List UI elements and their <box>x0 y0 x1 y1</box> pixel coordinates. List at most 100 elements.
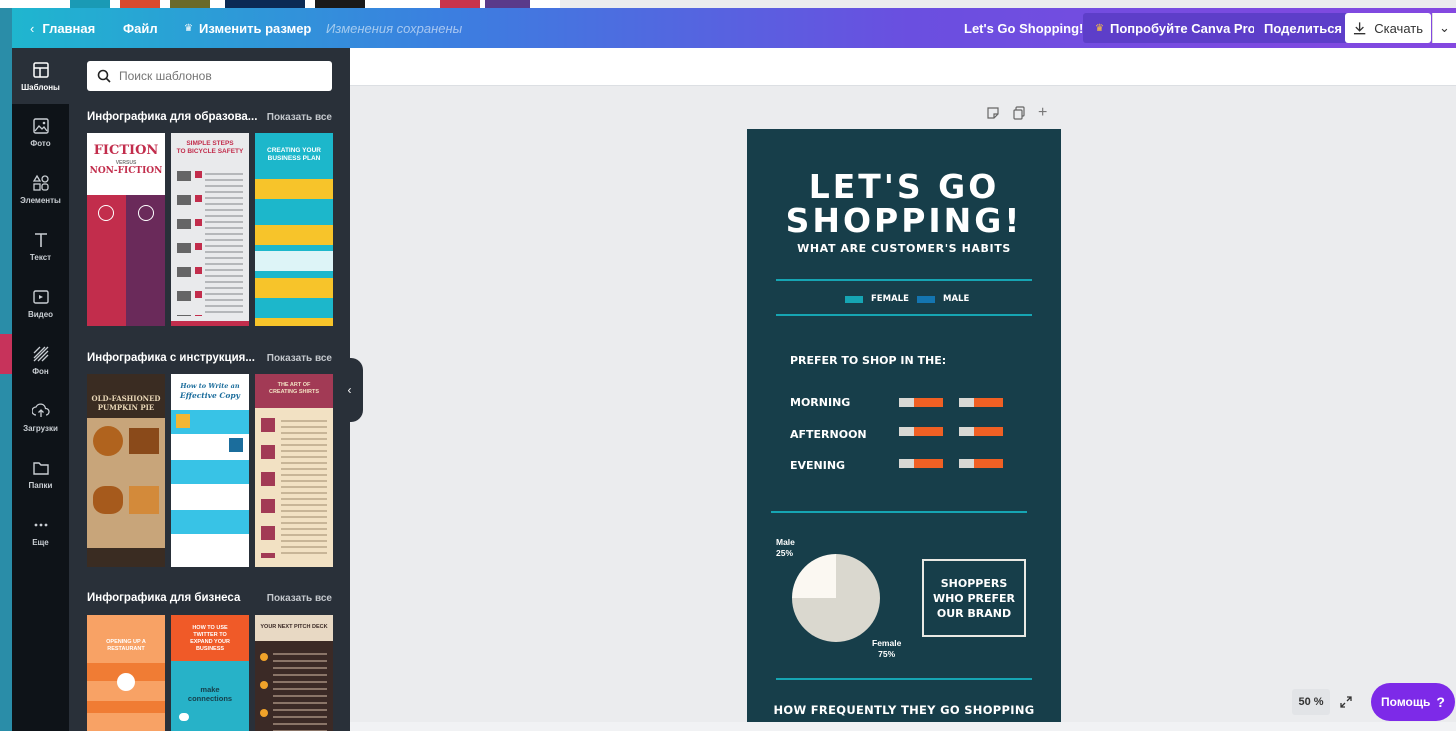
try-pro-label: Попробуйте Canva Pro <box>1109 20 1256 36</box>
show-all-education[interactable]: Показать все <box>267 112 332 123</box>
rail-item-video[interactable]: Видео <box>12 275 69 331</box>
template-effective-copy[interactable]: How to Write an Effective Copy <box>171 374 249 567</box>
back-home-label: Главная <box>42 20 96 36</box>
resize-button[interactable]: ♛ Изменить размер <box>184 8 311 48</box>
design-title[interactable]: Let's Go Shopping! <box>964 8 1083 48</box>
pie-label-male-name: Male <box>776 537 795 547</box>
resize-label: Изменить размер <box>198 20 312 36</box>
template-pumpkin-pie[interactable]: OLD-FASHIONED PUMPKIN PIE <box>87 374 165 567</box>
rail-label: Еще <box>32 537 49 547</box>
top-header: ‹ Главная Файл ♛ Изменить размер Изменен… <box>12 8 1456 48</box>
rail-item-templates[interactable]: Шаблоны <box>12 48 69 104</box>
divider <box>776 678 1032 680</box>
template-title: EXPAND YOUR <box>190 639 230 645</box>
section-title-business: Инфографика для бизнеса <box>87 592 241 604</box>
gender-pie-chart <box>792 554 880 642</box>
background-window-accent <box>0 334 12 374</box>
template-title: make <box>200 685 220 694</box>
duplicate-page-icon[interactable] <box>1012 106 1026 126</box>
prefer-heading: PREFER TO SHOP IN THE: <box>790 354 947 367</box>
more-icon <box>34 523 47 526</box>
bar-morning-female <box>899 398 943 407</box>
add-page-icon[interactable]: + <box>1038 105 1047 126</box>
pie-label-female-name: Female <box>872 638 902 648</box>
template-bicycle-safety[interactable]: SIMPLE STEPS TO BICYCLE SAFETY <box>171 133 249 326</box>
page-tools: + <box>986 105 1047 126</box>
bar-evening-female <box>899 459 943 468</box>
download-options-button[interactable]: ⌄ <box>1432 13 1456 43</box>
template-title: connections <box>187 694 233 703</box>
design-page[interactable]: LET'S GO SHOPPING! WHAT ARE CUSTOMER'S H… <box>747 129 1061 731</box>
template-search-input[interactable] <box>119 69 319 83</box>
pie-label-female-pct: 75% <box>878 649 896 659</box>
time-label-morning: MORNING <box>790 396 851 409</box>
template-pitch-deck[interactable]: YOUR NEXT PITCH DECK <box>255 615 333 731</box>
collapse-panel-button[interactable]: ‹ <box>336 358 363 422</box>
brand-preference-text: SHOPPERS WHO PREFER OUR BRAND <box>932 576 1016 620</box>
templates-panel: Инфографика для образова... Показать все… <box>69 48 350 731</box>
elements-icon <box>32 174 49 191</box>
legend-swatch-male <box>917 296 935 303</box>
rail-item-background[interactable]: Фон <box>12 332 69 388</box>
rail-item-uploads[interactable]: Загрузки <box>12 389 69 445</box>
time-label-evening: EVENING <box>790 459 846 472</box>
show-all-business[interactable]: Показать все <box>267 593 332 604</box>
template-creating-shirts[interactable]: THE ART OF CREATING SHIRTS <box>255 374 333 567</box>
template-title: NON-FICTION <box>89 166 163 176</box>
share-button[interactable]: Поделиться <box>1254 13 1353 43</box>
template-title: FICTION <box>93 143 159 158</box>
chevron-left-icon: ‹ <box>30 20 35 36</box>
horizontal-scrollbar[interactable] <box>350 722 1456 731</box>
download-icon <box>1353 22 1366 35</box>
template-fiction[interactable]: FICTION VERSUS NON-FICTION <box>87 133 165 326</box>
template-title: OPENING UP A <box>106 639 146 645</box>
rail-item-elements[interactable]: Элементы <box>12 161 69 217</box>
template-title: TWITTER TO <box>193 632 227 638</box>
text-icon <box>34 232 47 247</box>
frequency-heading: HOW FREQUENTLY THEY GO SHOPPING <box>773 703 1035 717</box>
template-restaurant[interactable]: OPENING UP A RESTAURANT <box>87 615 165 731</box>
fullscreen-icon[interactable] <box>1336 691 1356 713</box>
video-icon <box>32 289 49 304</box>
section-title-education: Инфографика для образова... <box>87 111 258 123</box>
editor-toolbar <box>350 48 1456 86</box>
rail-label: Элементы <box>20 195 61 205</box>
rail-item-photo[interactable]: Фото <box>12 104 69 160</box>
template-title: CREATING SHIRTS <box>268 389 319 395</box>
divider <box>776 314 1032 316</box>
bar-afternoon-female <box>899 427 943 436</box>
legend-label-female: FEMALE <box>871 294 909 304</box>
photo-icon <box>32 117 49 134</box>
note-icon[interactable] <box>986 106 1000 126</box>
bar-afternoon-male <box>959 427 1003 436</box>
file-menu-button[interactable]: Файл <box>123 8 158 48</box>
template-title: PUMPKIN PIE <box>97 403 155 412</box>
template-title: BUSINESS <box>195 646 225 652</box>
rail-item-folders[interactable]: Папки <box>12 446 69 502</box>
legend-swatch-female <box>845 296 863 303</box>
back-home-button[interactable]: ‹ Главная <box>30 8 95 48</box>
rail-label: Текст <box>29 252 52 262</box>
template-twitter-business[interactable]: HOW TO USE TWITTER TO EXPAND YOUR BUSINE… <box>171 615 249 731</box>
bar-morning-male <box>959 398 1003 407</box>
template-search[interactable] <box>87 61 332 91</box>
template-title: How to Write an <box>180 382 240 390</box>
question-icon: ? <box>1436 694 1445 710</box>
rail-item-more[interactable]: Еще <box>12 503 69 559</box>
chevron-left-icon: ‹ <box>347 383 352 397</box>
try-pro-button[interactable]: ♛ Попробуйте Canva Pro <box>1083 13 1268 43</box>
crown-icon: ♛ <box>1095 22 1104 34</box>
search-icon <box>97 69 111 83</box>
legend-label-male: MALE <box>943 294 970 304</box>
templates-icon <box>32 61 49 78</box>
help-button[interactable]: Помощь ? <box>1371 683 1455 721</box>
zoom-level[interactable]: 50 % <box>1292 689 1330 715</box>
template-business-plan[interactable]: CREATING YOUR BUSINESS PLAN <box>255 133 333 326</box>
template-title: CREATING YOUR <box>267 147 321 154</box>
download-label: Скачать <box>1374 20 1423 36</box>
show-all-instructions[interactable]: Показать все <box>267 353 332 364</box>
rail-item-text[interactable]: Текст <box>12 218 69 274</box>
rail-label: Шаблоны <box>21 82 60 92</box>
side-rail: Шаблоны Фото Элементы Текст Видео Фон За… <box>12 48 69 731</box>
download-button[interactable]: Скачать <box>1345 13 1431 43</box>
